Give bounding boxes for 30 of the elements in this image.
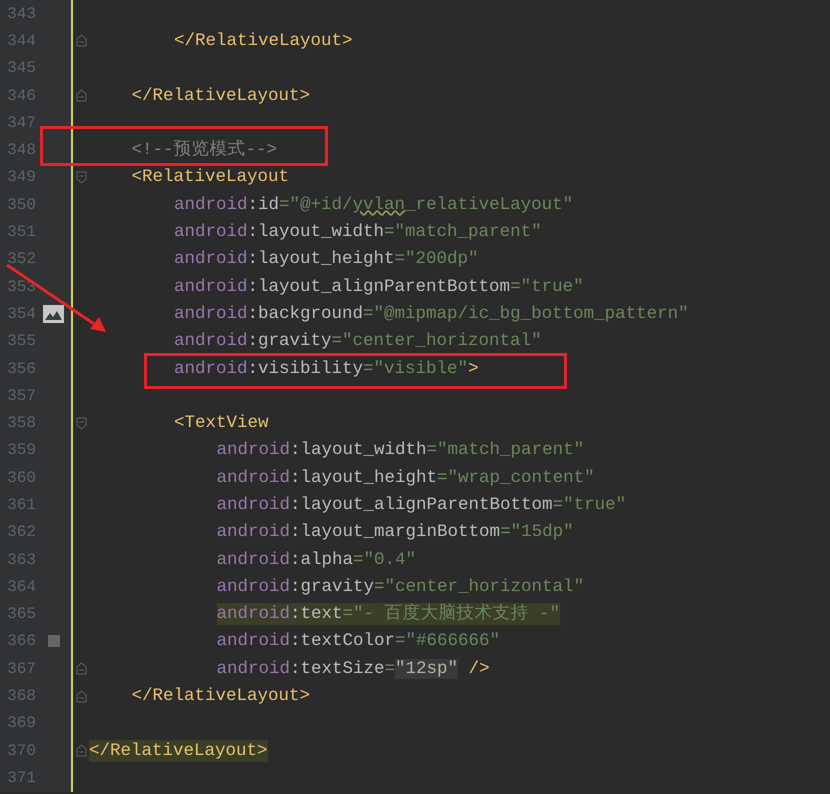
fold-icon[interactable] <box>76 34 86 48</box>
fold-icon[interactable] <box>76 89 86 102</box>
code-line: android:layout_alignParentBottom="true" <box>216 494 626 516</box>
code-line: android:layout_width="match_parent" <box>216 439 584 462</box>
code-line: android:layout_width="match_parent" <box>174 221 542 244</box>
code-line: </RelativeLayout> <box>132 685 310 708</box>
code-line: <RelativeLayout <box>132 166 290 188</box>
image-icon[interactable] <box>43 304 64 323</box>
color-swatch[interactable] <box>48 635 60 648</box>
code-line: android:textColor="#666666" <box>216 630 500 652</box>
code-line: android:textSize="12sp" /> <box>216 658 490 680</box>
fold-icon[interactable] <box>76 690 86 703</box>
code-line: android:layout_height="wrap_content" <box>216 466 595 489</box>
code-line: android:id="@+id/yvlan_relativeLayout" <box>174 194 574 216</box>
code-line: <TextView <box>174 412 269 434</box>
fold-icon[interactable] <box>76 662 86 676</box>
code-line: android:layout_marginBottom="15dp" <box>216 521 574 544</box>
code-comment: <!--预览模式--> <box>132 139 278 162</box>
code-line: android:gravity="center_horizontal" <box>174 330 542 352</box>
fold-icon[interactable] <box>76 744 86 758</box>
code-line: android:background="@mipmap/ic_bg_bottom_pattern" <box>174 302 689 325</box>
code-line: android:alpha="0.4" <box>216 548 416 571</box>
fold-icon[interactable] <box>76 170 86 184</box>
code-line: android:layout_height="200dp" <box>174 248 479 270</box>
code-line: android:layout_alignParentBottom="true" <box>174 276 584 298</box>
code-line: </RelativeLayout> <box>132 84 310 107</box>
code-line: </RelativeLayout> <box>174 30 353 52</box>
code-line: android:visibility="visible"> <box>174 358 479 380</box>
fold-icon[interactable] <box>76 416 86 430</box>
code-line: android:gravity="center_horizontal" <box>216 576 584 598</box>
